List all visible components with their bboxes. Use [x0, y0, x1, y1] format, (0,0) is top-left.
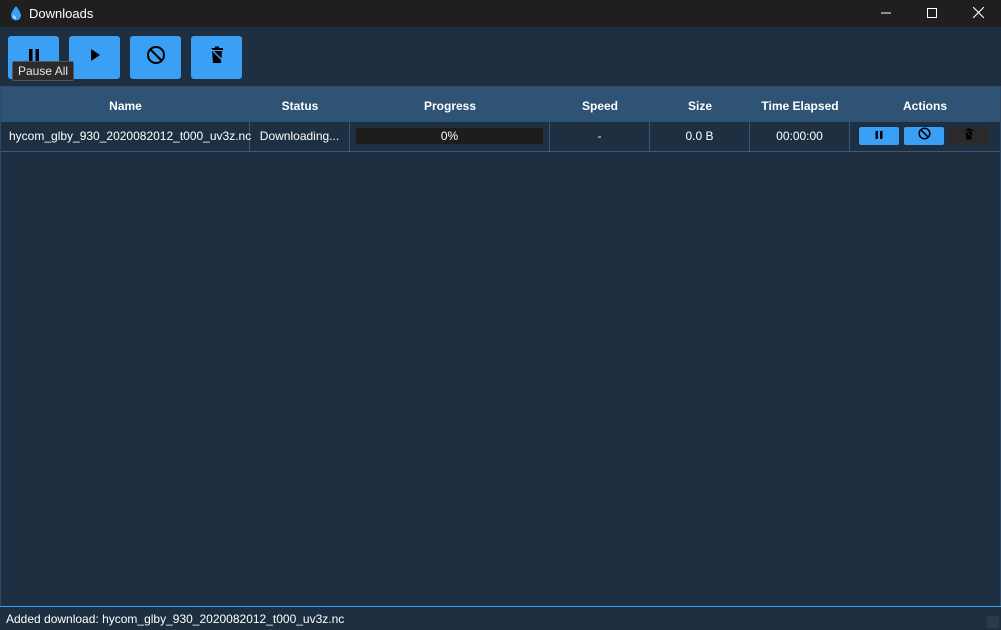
row-pause-button[interactable] — [859, 127, 899, 145]
delete-icon — [963, 122, 975, 151]
column-header-size[interactable]: Size — [650, 87, 750, 122]
tooltip: Pause All — [12, 61, 75, 81]
water-drop-icon — [9, 5, 23, 21]
actions-cell — [850, 122, 1000, 151]
play-icon — [88, 48, 102, 67]
downloads-table: Name Status Progress Speed Size Time Ela… — [0, 86, 1001, 607]
resume-all-button[interactable] — [69, 36, 120, 79]
maximize-button[interactable] — [909, 0, 955, 27]
minimize-button[interactable] — [863, 0, 909, 27]
column-header-actions: Actions — [902, 99, 947, 113]
table-row[interactable]: hycom_glby_930_2020082012_t000_uv3z.nc D… — [1, 122, 1000, 152]
cancel-icon — [146, 45, 166, 70]
download-speed: - — [550, 122, 650, 151]
column-header-progress[interactable]: Progress — [350, 87, 550, 122]
delete-icon — [208, 46, 226, 69]
time-elapsed: 00:00:00 — [750, 122, 850, 151]
column-header-time-elapsed[interactable]: Time Elapsed — [750, 87, 850, 122]
row-cancel-button[interactable] — [904, 126, 944, 145]
pause-icon — [874, 122, 884, 151]
row-delete-button[interactable] — [949, 127, 989, 145]
table-header: Name Status Progress Speed Size Time Ela… — [1, 87, 1000, 122]
download-size: 0.0 B — [650, 122, 750, 151]
toolbar — [0, 27, 1001, 86]
title-bar: Downloads — [0, 0, 1001, 27]
cancel-icon — [917, 122, 931, 151]
maximize-icon — [927, 5, 937, 23]
progress-cell: 0% — [350, 122, 550, 151]
status-message: Added download: hycom_glby_930_202008201… — [6, 612, 345, 626]
file-name: hycom_glby_930_2020082012_t000_uv3z.nc — [1, 122, 251, 151]
delete-all-button[interactable] — [191, 36, 242, 79]
column-header-name[interactable]: Name — [1, 87, 250, 122]
progress-bar: 0% — [356, 128, 543, 144]
status-bar: Added download: hycom_glby_930_202008201… — [0, 606, 1001, 630]
cancel-all-button[interactable] — [130, 36, 181, 79]
progress-text: 0% — [440, 129, 459, 143]
resize-grip[interactable] — [987, 616, 999, 628]
download-status: Downloading... — [250, 122, 350, 151]
column-header-speed[interactable]: Speed — [550, 87, 650, 122]
close-icon — [972, 5, 984, 23]
close-button[interactable] — [955, 0, 1001, 27]
window-title: Downloads — [29, 6, 94, 21]
column-header-status[interactable]: Status — [250, 87, 350, 122]
minimize-icon — [881, 5, 891, 23]
